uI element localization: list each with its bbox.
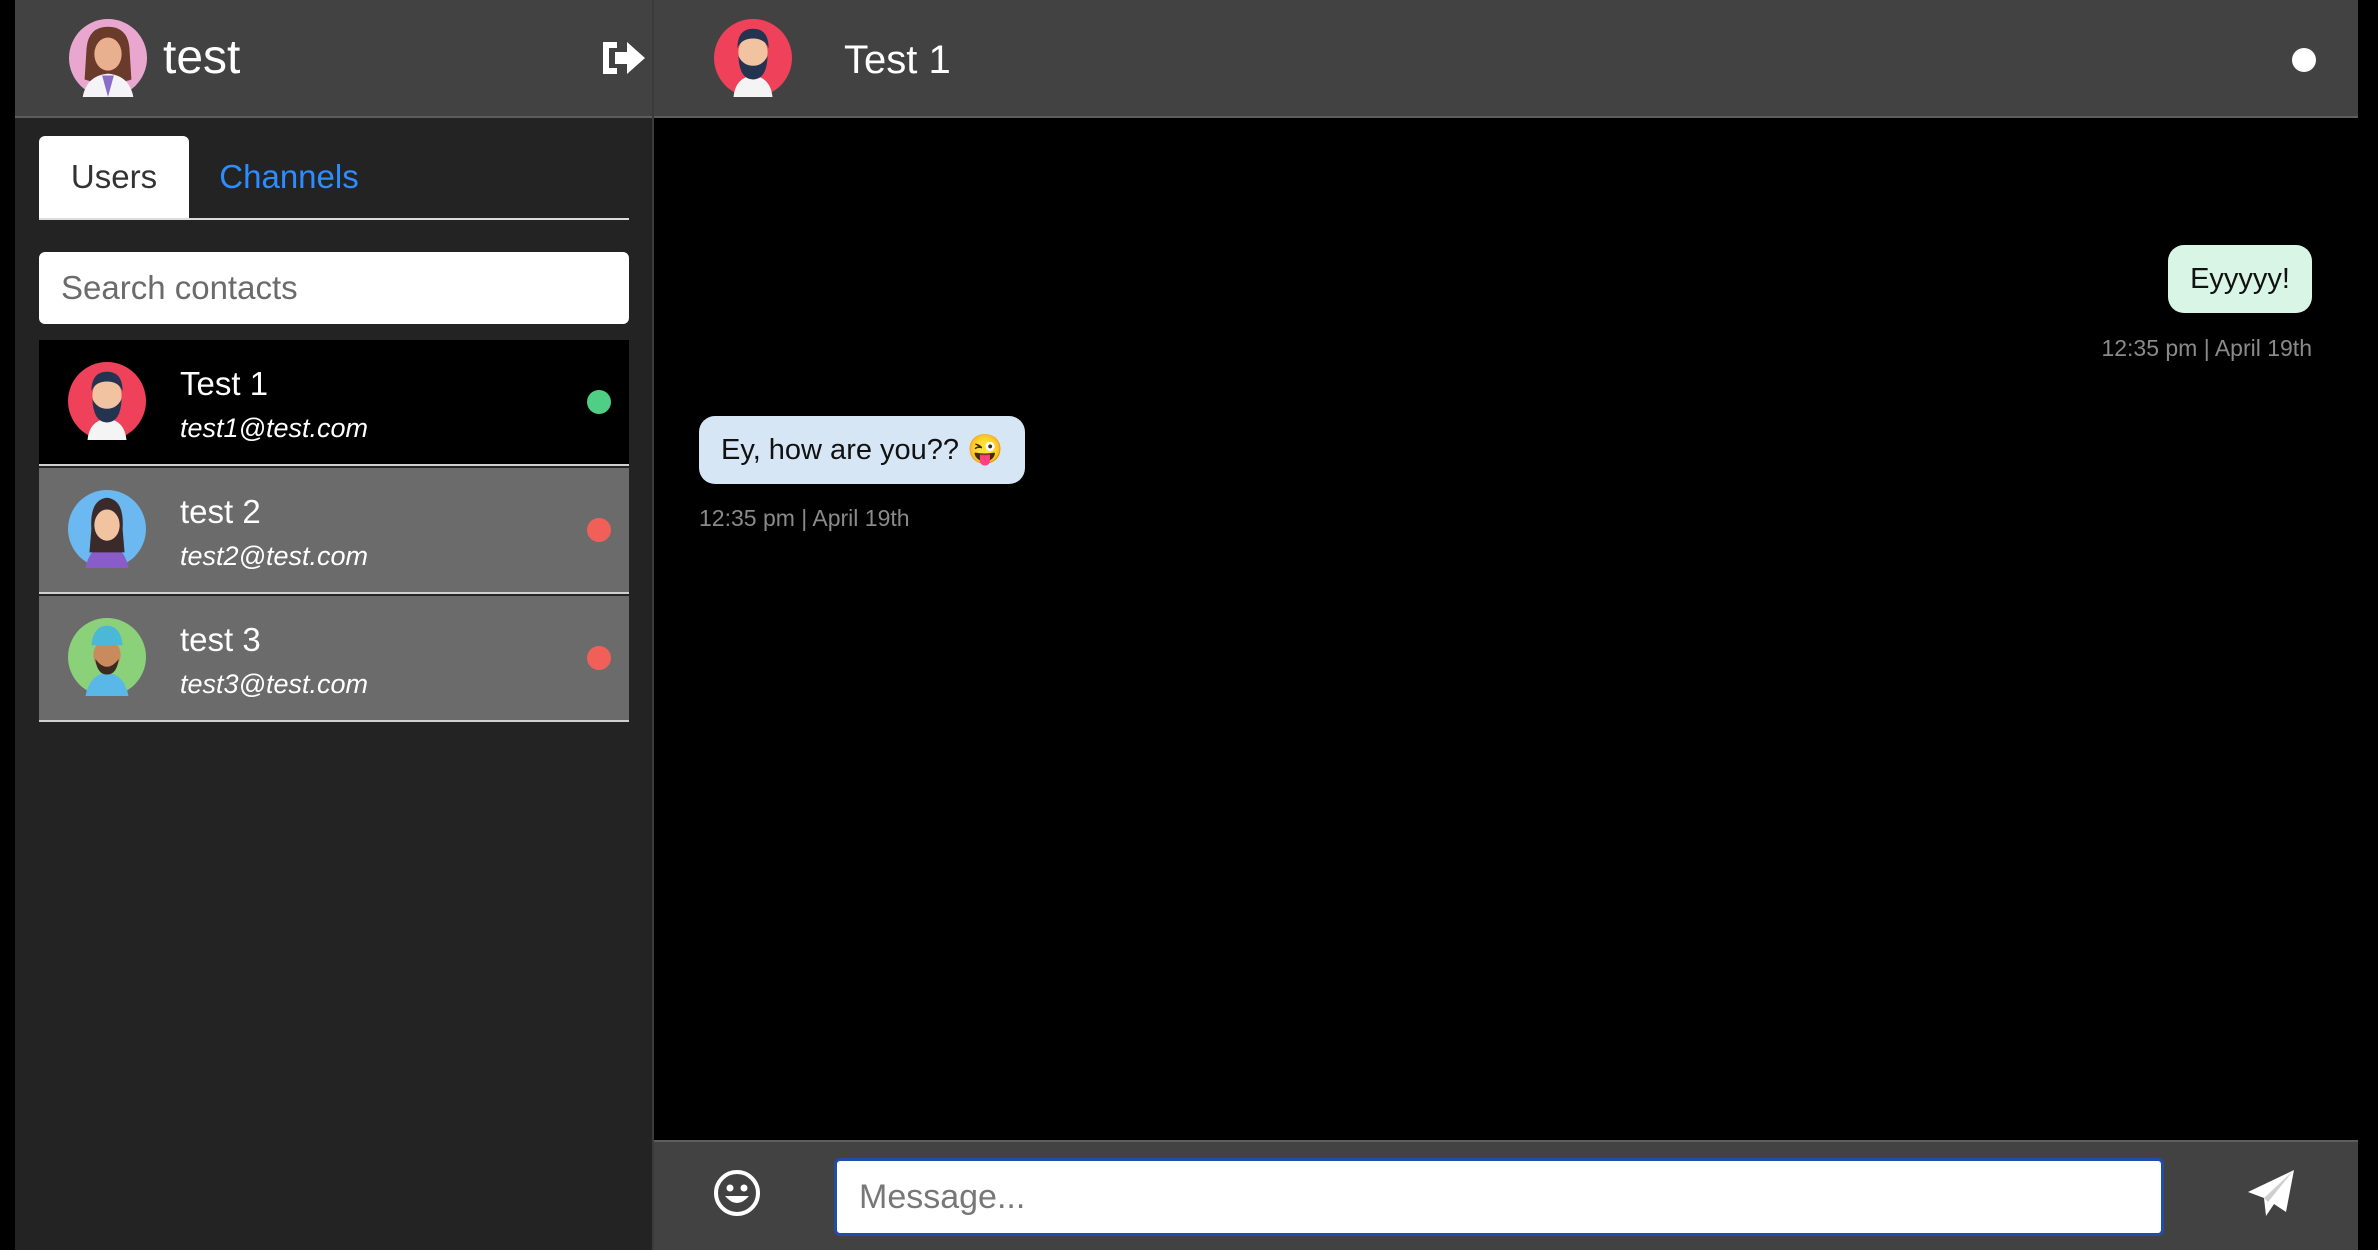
- chat-header: Test 1: [654, 0, 2358, 118]
- my-avatar[interactable]: [69, 19, 147, 97]
- smiley-icon[interactable]: [712, 1168, 762, 1218]
- peer-status-dot: [2292, 48, 2316, 72]
- peer-avatar[interactable]: [714, 19, 792, 97]
- contact-avatar: [68, 362, 146, 440]
- tab-users[interactable]: Users: [39, 136, 189, 218]
- chat-app: test Users Channels Test 1 test1@test.co…: [0, 0, 2378, 1250]
- left-edge: [0, 0, 15, 1250]
- sidebar-header: test: [15, 0, 652, 118]
- paper-plane-icon[interactable]: [2244, 1166, 2298, 1220]
- contact-name: Test 1: [180, 365, 269, 402]
- incoming-message: Ey, how are you?? 😜: [699, 416, 1026, 484]
- contact-avatar: [68, 490, 146, 568]
- search-contacts-input[interactable]: [39, 252, 629, 324]
- my-username: test: [163, 31, 241, 84]
- sidebar-tabs: Users Channels: [39, 136, 629, 220]
- right-edge: [2358, 0, 2378, 1250]
- contact-item[interactable]: test 2 test2@test.com: [39, 468, 629, 594]
- message-timestamp: 12:35 pm | April 19th: [699, 505, 910, 531]
- outgoing-message: Eyyyyy!: [2168, 245, 2312, 313]
- message-timestamp: 12:35 pm | April 19th: [2101, 335, 2312, 361]
- offline-status-dot: [587, 646, 611, 670]
- message-input[interactable]: [834, 1158, 2164, 1236]
- contact-avatar: [68, 618, 146, 696]
- contact-name: test 3: [180, 621, 261, 658]
- logout-icon[interactable]: [597, 36, 647, 80]
- contact-item[interactable]: Test 1 test1@test.com: [39, 340, 629, 466]
- contact-name: test 2: [180, 493, 261, 530]
- contact-email: test1@test.com: [180, 413, 368, 443]
- contact-item[interactable]: test 3 test3@test.com: [39, 596, 629, 722]
- message-composer: [654, 1140, 2358, 1250]
- chat-panel: Test 1 Eyyyyy! 12:35 pm | April 19th Ey,…: [654, 0, 2358, 1250]
- contact-email: test2@test.com: [180, 541, 368, 571]
- peer-name: Test 1: [844, 38, 951, 82]
- online-status-dot: [587, 390, 611, 414]
- sidebar: test Users Channels Test 1 test1@test.co…: [15, 0, 654, 1250]
- contact-email: test3@test.com: [180, 669, 368, 699]
- offline-status-dot: [587, 518, 611, 542]
- tab-channels[interactable]: Channels: [214, 136, 364, 218]
